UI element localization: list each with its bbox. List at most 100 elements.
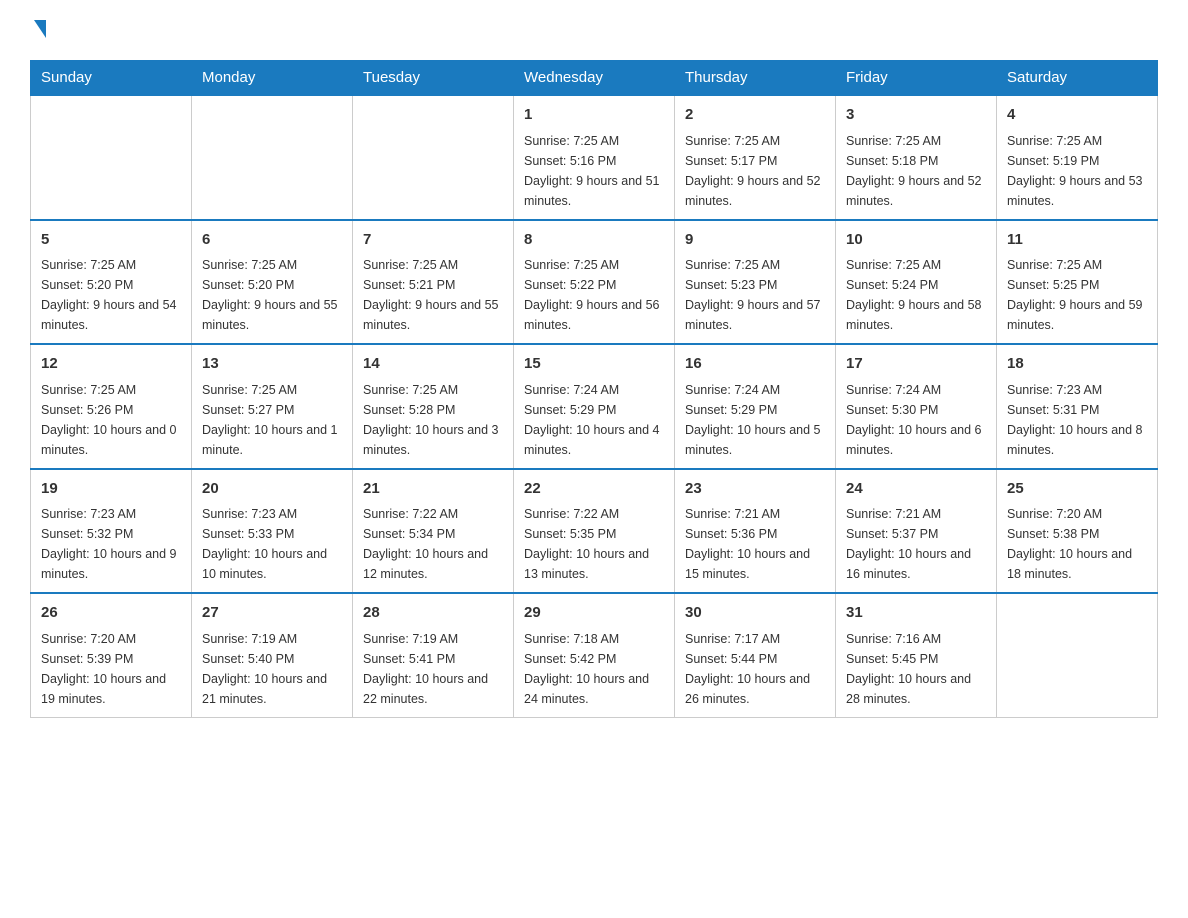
week-row-2: 5 Sunrise: 7:25 AMSunset: 5:20 PMDaylight… — [31, 220, 1158, 345]
calendar-cell: 17 Sunrise: 7:24 AMSunset: 5:30 PMDayligh… — [836, 344, 997, 469]
calendar-header-row: SundayMondayTuesdayWednesdayThursdayFrid… — [31, 61, 1158, 96]
calendar-cell: 3 Sunrise: 7:25 AMSunset: 5:18 PMDaylight… — [836, 95, 997, 220]
day-info: Sunrise: 7:25 AMSunset: 5:26 PMDaylight:… — [41, 380, 181, 460]
day-info: Sunrise: 7:17 AMSunset: 5:44 PMDaylight:… — [685, 629, 825, 709]
calendar-cell: 26 Sunrise: 7:20 AMSunset: 5:39 PMDayligh… — [31, 593, 192, 717]
calendar-cell: 19 Sunrise: 7:23 AMSunset: 5:32 PMDayligh… — [31, 469, 192, 594]
day-info: Sunrise: 7:25 AMSunset: 5:20 PMDaylight:… — [41, 255, 181, 335]
day-number: 20 — [202, 478, 342, 501]
day-info: Sunrise: 7:21 AMSunset: 5:37 PMDaylight:… — [846, 504, 986, 584]
day-info: Sunrise: 7:24 AMSunset: 5:29 PMDaylight:… — [685, 380, 825, 460]
calendar-cell: 22Sunrise: 7:22 AMSunset: 5:35 PMDayligh… — [514, 469, 675, 594]
day-info: Sunrise: 7:18 AMSunset: 5:42 PMDaylight:… — [524, 629, 664, 709]
day-info: Sunrise: 7:25 AMSunset: 5:16 PMDaylight:… — [524, 131, 664, 211]
day-info: Sunrise: 7:20 AMSunset: 5:39 PMDaylight:… — [41, 629, 181, 709]
calendar-cell: 13Sunrise: 7:25 AMSunset: 5:27 PMDayligh… — [192, 344, 353, 469]
calendar-table: SundayMondayTuesdayWednesdayThursdayFrid… — [30, 60, 1158, 718]
calendar-cell: 31 Sunrise: 7:16 AMSunset: 5:45 PMDayligh… — [836, 593, 997, 717]
calendar-cell: 24 Sunrise: 7:21 AMSunset: 5:37 PMDayligh… — [836, 469, 997, 594]
day-number: 7 — [363, 229, 503, 252]
day-info: Sunrise: 7:25 AMSunset: 5:24 PMDaylight:… — [846, 255, 986, 335]
page-header — [30, 20, 1158, 40]
day-number: 23 — [685, 478, 825, 501]
calendar-cell: 8 Sunrise: 7:25 AMSunset: 5:22 PMDaylight… — [514, 220, 675, 345]
day-number: 2 — [685, 104, 825, 127]
day-number: 14 — [363, 353, 503, 376]
calendar-cell: 7 Sunrise: 7:25 AMSunset: 5:21 PMDaylight… — [353, 220, 514, 345]
calendar-cell: 16Sunrise: 7:24 AMSunset: 5:29 PMDayligh… — [675, 344, 836, 469]
day-info: Sunrise: 7:16 AMSunset: 5:45 PMDaylight:… — [846, 629, 986, 709]
calendar-cell — [353, 95, 514, 220]
day-number: 17 — [846, 353, 986, 376]
weekday-header-thursday: Thursday — [675, 61, 836, 96]
day-number: 6 — [202, 229, 342, 252]
calendar-cell: 12 Sunrise: 7:25 AMSunset: 5:26 PMDayligh… — [31, 344, 192, 469]
calendar-cell: 25 Sunrise: 7:20 AMSunset: 5:38 PMDayligh… — [997, 469, 1158, 594]
calendar-cell: 30 Sunrise: 7:17 AMSunset: 5:44 PMDayligh… — [675, 593, 836, 717]
day-info: Sunrise: 7:25 AMSunset: 5:19 PMDaylight:… — [1007, 131, 1147, 211]
day-number: 1 — [524, 104, 664, 127]
day-info: Sunrise: 7:25 AMSunset: 5:20 PMDaylight:… — [202, 255, 342, 335]
calendar-cell: 11 Sunrise: 7:25 AMSunset: 5:25 PMDayligh… — [997, 220, 1158, 345]
day-info: Sunrise: 7:19 AMSunset: 5:40 PMDaylight:… — [202, 629, 342, 709]
week-row-5: 26 Sunrise: 7:20 AMSunset: 5:39 PMDayligh… — [31, 593, 1158, 717]
day-number: 15 — [524, 353, 664, 376]
day-info: Sunrise: 7:25 AMSunset: 5:17 PMDaylight:… — [685, 131, 825, 211]
weekday-header-tuesday: Tuesday — [353, 61, 514, 96]
day-number: 12 — [41, 353, 181, 376]
day-number: 26 — [41, 602, 181, 625]
logo-triangle-icon — [34, 20, 46, 38]
weekday-header-friday: Friday — [836, 61, 997, 96]
day-info: Sunrise: 7:19 AMSunset: 5:41 PMDaylight:… — [363, 629, 503, 709]
day-info: Sunrise: 7:23 AMSunset: 5:32 PMDaylight:… — [41, 504, 181, 584]
day-number: 10 — [846, 229, 986, 252]
calendar-cell: 21 Sunrise: 7:22 AMSunset: 5:34 PMDayligh… — [353, 469, 514, 594]
calendar-cell: 10 Sunrise: 7:25 AMSunset: 5:24 PMDayligh… — [836, 220, 997, 345]
calendar-cell: 9Sunrise: 7:25 AMSunset: 5:23 PMDaylight… — [675, 220, 836, 345]
weekday-header-saturday: Saturday — [997, 61, 1158, 96]
day-info: Sunrise: 7:25 AMSunset: 5:25 PMDaylight:… — [1007, 255, 1147, 335]
day-info: Sunrise: 7:25 AMSunset: 5:22 PMDaylight:… — [524, 255, 664, 335]
calendar-cell — [192, 95, 353, 220]
week-row-1: 1 Sunrise: 7:25 AMSunset: 5:16 PMDaylight… — [31, 95, 1158, 220]
day-number: 31 — [846, 602, 986, 625]
week-row-4: 19 Sunrise: 7:23 AMSunset: 5:32 PMDayligh… — [31, 469, 1158, 594]
day-number: 30 — [685, 602, 825, 625]
day-number: 27 — [202, 602, 342, 625]
week-row-3: 12 Sunrise: 7:25 AMSunset: 5:26 PMDayligh… — [31, 344, 1158, 469]
day-number: 11 — [1007, 229, 1147, 252]
day-number: 25 — [1007, 478, 1147, 501]
day-number: 21 — [363, 478, 503, 501]
calendar-cell: 27 Sunrise: 7:19 AMSunset: 5:40 PMDayligh… — [192, 593, 353, 717]
day-number: 18 — [1007, 353, 1147, 376]
calendar-cell: 1 Sunrise: 7:25 AMSunset: 5:16 PMDaylight… — [514, 95, 675, 220]
day-info: Sunrise: 7:24 AMSunset: 5:29 PMDaylight:… — [524, 380, 664, 460]
day-number: 13 — [202, 353, 342, 376]
calendar-cell: 15 Sunrise: 7:24 AMSunset: 5:29 PMDayligh… — [514, 344, 675, 469]
calendar-cell: 23Sunrise: 7:21 AMSunset: 5:36 PMDayligh… — [675, 469, 836, 594]
calendar-cell — [997, 593, 1158, 717]
day-number: 5 — [41, 229, 181, 252]
day-info: Sunrise: 7:25 AMSunset: 5:28 PMDaylight:… — [363, 380, 503, 460]
calendar-cell: 6 Sunrise: 7:25 AMSunset: 5:20 PMDaylight… — [192, 220, 353, 345]
day-number: 28 — [363, 602, 503, 625]
day-info: Sunrise: 7:20 AMSunset: 5:38 PMDaylight:… — [1007, 504, 1147, 584]
calendar-cell: 28 Sunrise: 7:19 AMSunset: 5:41 PMDayligh… — [353, 593, 514, 717]
day-info: Sunrise: 7:25 AMSunset: 5:23 PMDaylight:… — [685, 255, 825, 335]
day-info: Sunrise: 7:24 AMSunset: 5:30 PMDaylight:… — [846, 380, 986, 460]
calendar-cell: 5 Sunrise: 7:25 AMSunset: 5:20 PMDaylight… — [31, 220, 192, 345]
calendar-cell — [31, 95, 192, 220]
calendar-cell: 4 Sunrise: 7:25 AMSunset: 5:19 PMDaylight… — [997, 95, 1158, 220]
day-info: Sunrise: 7:22 AMSunset: 5:34 PMDaylight:… — [363, 504, 503, 584]
calendar-cell: 14 Sunrise: 7:25 AMSunset: 5:28 PMDayligh… — [353, 344, 514, 469]
calendar-cell: 18Sunrise: 7:23 AMSunset: 5:31 PMDayligh… — [997, 344, 1158, 469]
day-info: Sunrise: 7:25 AMSunset: 5:21 PMDaylight:… — [363, 255, 503, 335]
day-number: 24 — [846, 478, 986, 501]
day-number: 19 — [41, 478, 181, 501]
day-number: 4 — [1007, 104, 1147, 127]
calendar-cell: 20Sunrise: 7:23 AMSunset: 5:33 PMDayligh… — [192, 469, 353, 594]
day-info: Sunrise: 7:22 AMSunset: 5:35 PMDaylight:… — [524, 504, 664, 584]
day-info: Sunrise: 7:25 AMSunset: 5:18 PMDaylight:… — [846, 131, 986, 211]
day-number: 8 — [524, 229, 664, 252]
day-number: 3 — [846, 104, 986, 127]
